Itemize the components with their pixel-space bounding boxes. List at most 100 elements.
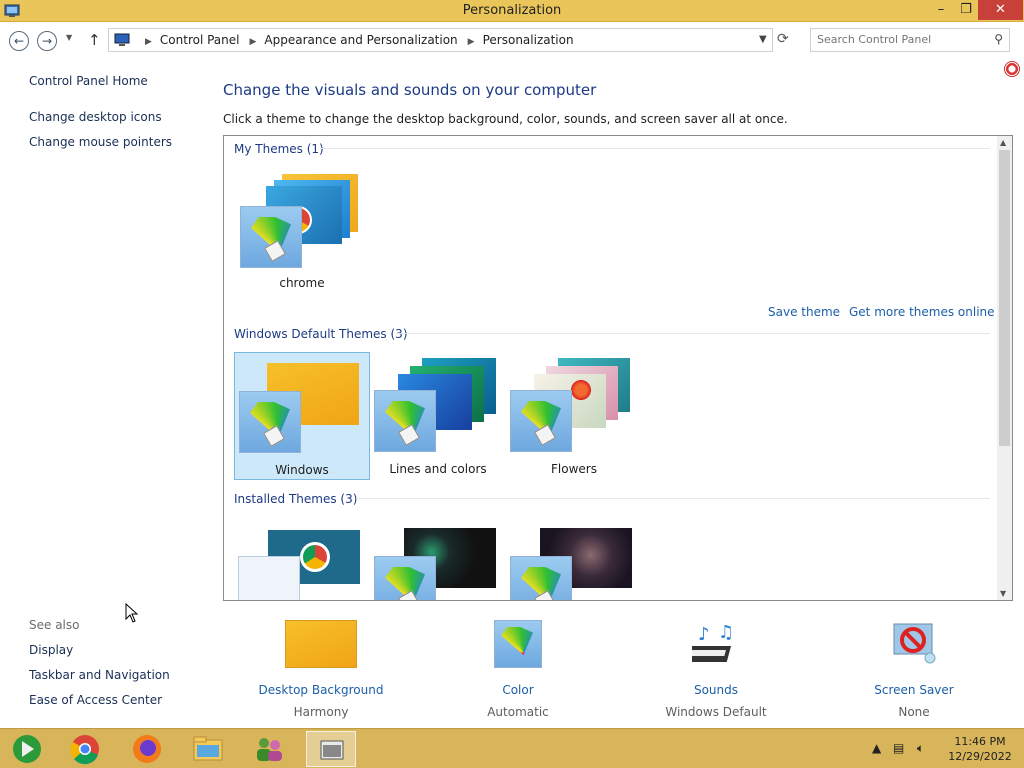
section-divider xyxy=(320,148,990,149)
computer-icon xyxy=(114,33,130,46)
address-bar[interactable]: ▶ Control Panel ▶ Appearance and Personaliz… xyxy=(108,28,773,52)
firefox-icon xyxy=(133,735,161,763)
scroll-thumb[interactable] xyxy=(999,150,1010,446)
svg-text:♪: ♪ xyxy=(698,624,710,645)
breadcrumb-separator-icon: ▶ xyxy=(145,37,152,47)
breadcrumb-separator-icon[interactable]: ▶ xyxy=(468,37,475,47)
display-link[interactable]: Display xyxy=(29,643,73,657)
volume-icon[interactable]: 🔈︎ xyxy=(917,741,924,756)
chrome-icon xyxy=(70,735,99,765)
screen-saver-label[interactable]: Screen Saver xyxy=(834,683,994,697)
show-hidden-icons[interactable]: ▲ xyxy=(872,741,881,755)
taskbar-personalization[interactable] xyxy=(306,731,356,767)
back-button[interactable]: ← xyxy=(9,31,29,51)
desktop-background-value: Harmony xyxy=(293,705,349,719)
recent-pages-dropdown-icon[interactable]: ▼ xyxy=(66,33,72,42)
search-icon[interactable]: ⚲ xyxy=(994,32,1003,46)
search-box[interactable]: ⚲ xyxy=(810,28,1010,52)
breadcrumb-control-panel[interactable]: Control Panel xyxy=(160,33,240,47)
page-title: Change the visuals and sounds on your co… xyxy=(223,81,597,99)
personalization-icon xyxy=(320,740,344,760)
breadcrumb-appearance[interactable]: Appearance and Personalization xyxy=(264,33,457,47)
breadcrumb: ▶ Control Panel ▶ Appearance and Personaliz… xyxy=(135,33,574,47)
ease-of-access-link[interactable]: Ease of Access Center xyxy=(29,693,162,707)
color-palette-icon xyxy=(240,206,302,268)
color-palette-icon xyxy=(374,390,436,452)
taskbar-firefox[interactable] xyxy=(122,731,172,767)
media-player-icon xyxy=(13,735,41,763)
maximize-button[interactable]: ❐ xyxy=(952,0,980,20)
title-bar: Personalization – ❐ ✕ xyxy=(0,0,1024,22)
section-divider xyxy=(356,498,990,499)
get-more-themes-link[interactable]: Get more themes online xyxy=(849,305,995,319)
theme-label: Lines and colors xyxy=(389,462,487,476)
taskbar-navigation-link[interactable]: Taskbar and Navigation xyxy=(29,668,170,682)
color-value: Automatic xyxy=(487,705,549,719)
breadcrumb-personalization[interactable]: Personalization xyxy=(483,33,574,47)
themes-list: My Themes (1) chrome Save theme Get more… xyxy=(223,135,1013,601)
change-desktop-icons-link[interactable]: Change desktop icons xyxy=(29,110,162,124)
forward-button[interactable]: → xyxy=(37,31,57,51)
chevron-down-icon[interactable]: ▼ xyxy=(759,34,767,45)
save-theme-link[interactable]: Save theme xyxy=(768,305,840,319)
address-bar-row: ← → ▼ ↑ ▶ Control Panel ▶ Appearance and Pe… xyxy=(0,23,1024,59)
scroll-up-icon[interactable]: ▲ xyxy=(1000,138,1006,147)
color-palette-icon xyxy=(374,556,436,600)
sounds-icon: ♪ ♫ xyxy=(692,622,734,662)
theme-lines-and-colors[interactable]: Lines and colors xyxy=(370,352,506,480)
chrome-logo-icon xyxy=(300,542,330,572)
up-button[interactable]: ↑ xyxy=(88,31,101,49)
mouse-cursor-icon xyxy=(125,603,139,623)
network-icon[interactable]: ▤ xyxy=(893,741,904,755)
scroll-down-icon[interactable]: ▼ xyxy=(1000,589,1006,598)
window-title: Personalization xyxy=(462,3,562,18)
minimize-button[interactable]: – xyxy=(927,0,955,20)
color-palette-icon xyxy=(494,620,542,668)
see-also-heading: See also xyxy=(29,618,80,632)
theme-chrome[interactable]: chrome xyxy=(234,166,370,294)
theme-preview-image xyxy=(238,556,300,600)
theme-label: Windows xyxy=(275,463,329,477)
taskbar-media-center[interactable] xyxy=(2,731,52,767)
installed-theme-2[interactable] xyxy=(370,520,506,600)
section-divider xyxy=(396,333,990,334)
svg-text:♫: ♫ xyxy=(718,622,734,643)
clock[interactable]: 11:46 PM 12/29/2022 xyxy=(940,734,1020,764)
screen-saver-icon xyxy=(893,623,936,664)
theme-flowers[interactable]: Flowers xyxy=(506,352,642,480)
control-panel-home-link[interactable]: Control Panel Home xyxy=(29,74,148,88)
taskbar-file-explorer[interactable] xyxy=(183,731,233,767)
installed-themes-heading: Installed Themes (3) xyxy=(234,492,358,506)
taskbar-control-panel[interactable] xyxy=(244,731,294,767)
sounds-value: Windows Default xyxy=(665,705,767,719)
color-palette-icon xyxy=(510,390,572,452)
desktop-background-label[interactable]: Desktop Background xyxy=(241,683,401,697)
theme-label: chrome xyxy=(279,276,325,290)
screen-saver-value: None xyxy=(898,705,930,719)
desktop-background-thumbnail xyxy=(285,620,357,668)
theme-windows[interactable]: Windows xyxy=(234,352,370,480)
themes-scrollbar[interactable]: ▲ ▼ xyxy=(997,136,1012,600)
clock-date: 12/29/2022 xyxy=(948,750,1012,763)
clock-time: 11:46 PM xyxy=(954,735,1006,748)
change-mouse-pointers-link[interactable]: Change mouse pointers xyxy=(29,135,172,149)
color-palette-icon xyxy=(239,391,301,453)
color-palette-icon xyxy=(510,556,572,600)
page-subtitle: Click a theme to change the desktop back… xyxy=(223,112,788,126)
sounds-label[interactable]: Sounds xyxy=(636,683,796,697)
installed-theme-1[interactable] xyxy=(234,520,370,600)
close-button[interactable]: ✕ xyxy=(978,0,1023,20)
taskbar: ▲ ▤ 🔈︎ 11:46 PM 12/29/2022 xyxy=(0,728,1024,768)
taskbar-chrome[interactable] xyxy=(60,731,110,767)
theme-label: Flowers xyxy=(551,462,597,476)
breadcrumb-separator-icon[interactable]: ▶ xyxy=(250,37,257,47)
refresh-icon[interactable]: ⟳ xyxy=(777,31,789,47)
installed-theme-3[interactable] xyxy=(506,520,642,600)
users-icon xyxy=(257,738,282,761)
search-input[interactable] xyxy=(817,33,987,46)
my-themes-heading: My Themes (1) xyxy=(234,142,324,156)
folder-icon xyxy=(193,736,223,761)
color-label[interactable]: Color xyxy=(438,683,598,697)
windows-default-themes-heading: Windows Default Themes (3) xyxy=(234,327,408,341)
help-icon[interactable] xyxy=(1004,61,1020,77)
